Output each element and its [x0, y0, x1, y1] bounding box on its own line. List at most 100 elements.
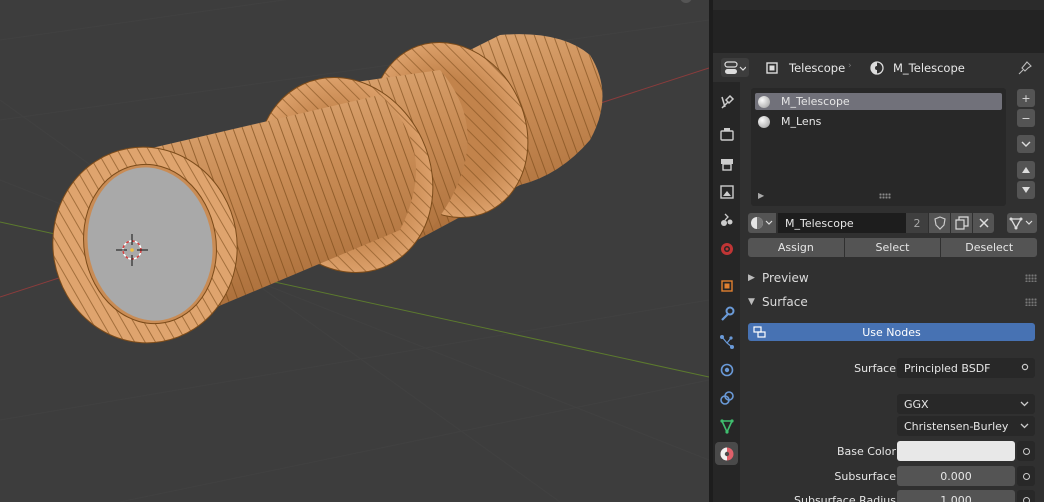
tab-constraints[interactable]: [715, 386, 738, 409]
tab-material[interactable]: [715, 442, 738, 465]
tab-object[interactable]: [715, 274, 738, 297]
subsurface-method-dropdown[interactable]: Christensen-Burley: [897, 416, 1035, 436]
world-tab-icon: [720, 242, 733, 255]
material-link-selector[interactable]: [1007, 213, 1037, 233]
editor-type-selector[interactable]: [721, 58, 749, 77]
triangle-up-icon: [1022, 167, 1030, 173]
particles-tab-icon: [719, 334, 734, 349]
shield-icon: [933, 216, 946, 230]
list-filter-toggle-icon[interactable]: ▶: [758, 191, 764, 200]
viewport-gizmo: [680, 0, 692, 3]
material-datablock-row: M_Telescope 2: [748, 213, 1037, 233]
output-tab-icon: [720, 158, 733, 171]
use-nodes-button[interactable]: Use Nodes: [748, 323, 1035, 341]
material-name-value: M_Telescope: [785, 216, 854, 230]
surface-label: Surface: [854, 362, 896, 375]
unlink-material-button[interactable]: [973, 213, 994, 233]
material-slot-list[interactable]: M_Telescope M_Lens ▶: [751, 88, 1006, 206]
base-color-link-button[interactable]: [1017, 441, 1035, 461]
collapsed-arrow-icon: ▶: [748, 273, 755, 283]
use-nodes-label: Use Nodes: [862, 325, 921, 339]
scene-tab-icon: [720, 213, 732, 226]
panel-drag-grip[interactable]: [1025, 274, 1037, 282]
remove-slot-button[interactable]: −: [1017, 109, 1035, 127]
chevron-down-icon: [1020, 423, 1029, 429]
close-icon: [978, 218, 989, 228]
constraints-tab-icon: [719, 390, 734, 405]
move-slot-down-button[interactable]: [1017, 181, 1035, 199]
viewport-scene: [0, 0, 709, 502]
subsurface-radius-field[interactable]: 1.000: [897, 490, 1015, 502]
fake-user-button[interactable]: [929, 213, 950, 233]
slot-specials-button[interactable]: [1017, 135, 1035, 153]
render-tab-icon: [719, 127, 734, 141]
upper-area-strip: [713, 0, 1044, 10]
tab-render[interactable]: [715, 122, 738, 145]
material-icon: [870, 60, 884, 75]
pin-icon: [1018, 60, 1032, 74]
properties-tabs: [713, 82, 740, 502]
breadcrumb-object[interactable]: Telescope: [765, 58, 845, 77]
tab-physics[interactable]: [715, 358, 738, 381]
data-tab-icon: [719, 418, 734, 434]
material-name: M_Telescope: [893, 60, 965, 75]
select-button[interactable]: Select: [844, 238, 941, 257]
material-browse-icon: [751, 217, 773, 229]
tab-tool[interactable]: [715, 90, 738, 113]
tab-particles[interactable]: [715, 330, 738, 353]
subsurface-radius-link-button[interactable]: [1017, 490, 1035, 502]
slot-label: M_Telescope: [781, 95, 850, 108]
slot-edit-buttons: Assign Select Deselect: [748, 238, 1038, 257]
tab-world[interactable]: [715, 237, 738, 260]
deselect-button[interactable]: Deselect: [941, 238, 1038, 257]
assign-button[interactable]: Assign: [748, 238, 844, 257]
object-tab-icon: [720, 279, 733, 292]
distribution-dropdown[interactable]: GGX: [897, 394, 1035, 414]
tab-data[interactable]: [715, 414, 738, 437]
slot-item[interactable]: M_Telescope: [755, 93, 1002, 110]
slot-item[interactable]: M_Lens: [755, 113, 1002, 130]
browse-material-button[interactable]: [748, 213, 776, 233]
subsurface-method-value: Christensen-Burley: [904, 419, 1009, 433]
preview-panel-header[interactable]: ▶ Preview: [748, 268, 1037, 288]
material-preview-icon: [758, 95, 770, 108]
panel-drag-grip[interactable]: [1025, 298, 1037, 306]
surface-shader-field[interactable]: Principled BSDF: [897, 358, 1035, 378]
expanded-arrow-icon: ▼: [748, 297, 755, 307]
distribution-value: GGX: [904, 397, 929, 411]
view-layer-tab-icon: [719, 184, 734, 199]
tab-scene[interactable]: [715, 208, 738, 231]
subsurface-field[interactable]: 0.000: [897, 466, 1015, 486]
duplicate-icon: [954, 216, 969, 230]
breadcrumb-separator: ›: [848, 61, 852, 71]
mesh-data-icon: [1009, 217, 1033, 230]
material-preview-icon: [758, 115, 770, 128]
node-tree-icon: [753, 326, 766, 338]
base-color-label: Base Color: [836, 445, 896, 458]
base-color-swatch[interactable]: [897, 441, 1015, 461]
3d-viewport[interactable]: [0, 0, 709, 502]
move-slot-up-button[interactable]: [1017, 161, 1035, 179]
duplicate-material-button[interactable]: [951, 213, 972, 233]
chevron-down-icon: [1020, 401, 1029, 407]
upper-area: [713, 10, 1044, 53]
pin-button[interactable]: [1018, 58, 1032, 77]
add-slot-button[interactable]: +: [1017, 89, 1035, 107]
subsurface-link-button[interactable]: [1017, 466, 1035, 486]
breadcrumb-material[interactable]: M_Telescope: [870, 58, 965, 77]
modifier-tab-icon: [720, 306, 734, 321]
surface-panel-header[interactable]: ▼ Surface: [748, 292, 1037, 312]
chevron-down-icon: [1021, 141, 1031, 147]
surface-shader-value: Principled BSDF: [904, 361, 991, 375]
subsurface-label: Subsurface: [834, 470, 896, 483]
tab-output[interactable]: [715, 152, 738, 175]
tool-tab-icon: [720, 94, 734, 109]
material-name-field[interactable]: M_Telescope: [778, 213, 906, 233]
user-count[interactable]: 2: [906, 213, 928, 233]
surface-panel-title: Surface: [762, 295, 808, 309]
list-resize-grip[interactable]: [879, 193, 891, 199]
tab-view-layer[interactable]: [715, 180, 738, 203]
link-socket-icon: [1021, 363, 1029, 374]
tab-modifiers[interactable]: [715, 302, 738, 325]
properties-editor: Telescope › M_Telescope M_Telescope M_Le…: [713, 0, 1044, 502]
